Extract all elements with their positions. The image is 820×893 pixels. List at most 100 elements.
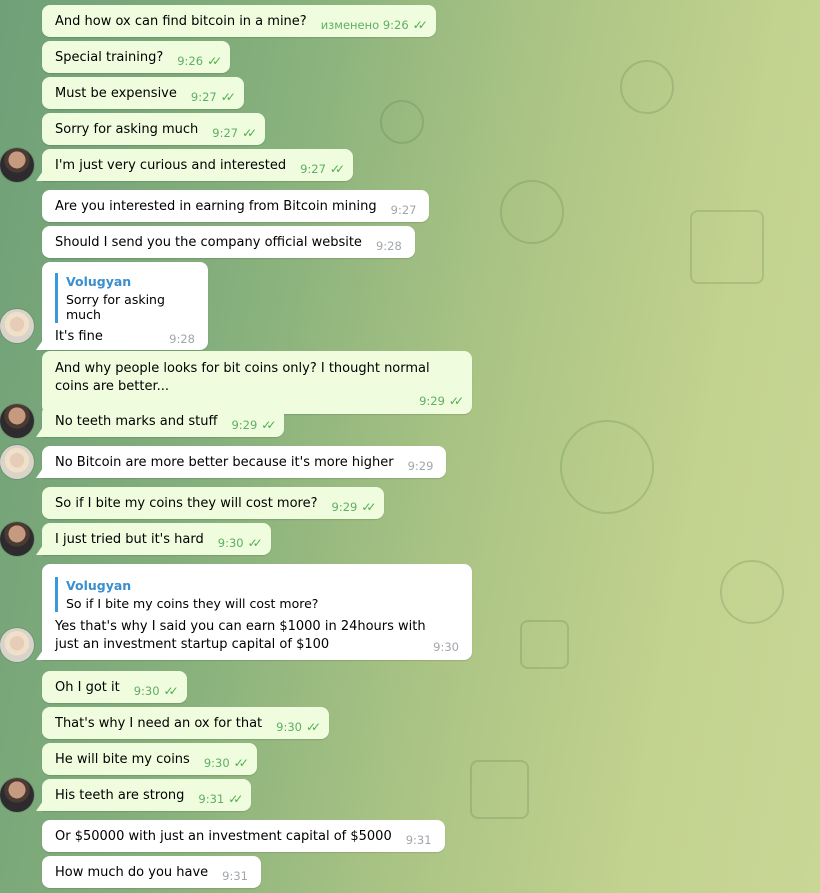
message-bubble-outgoing[interactable]: No teeth marks and stuff 9:29 ✓✓ [35, 405, 285, 437]
message-bubble-outgoing[interactable]: And how ox can find bitcoin in a mine? из… [42, 5, 436, 37]
message-bubble-outgoing[interactable]: Oh I got it 9:30 ✓✓ [42, 671, 187, 703]
message-text: It's fine [55, 329, 103, 344]
message-meta: 9:26 ✓✓ [177, 54, 222, 68]
read-receipt-icon: ✓✓ [305, 720, 321, 734]
message-time: 9:27 [300, 162, 326, 176]
message-time: 9:29 [231, 418, 258, 432]
message-text: And how ox can find bitcoin in a mine? [55, 14, 307, 29]
message-bubble-outgoing[interactable]: Special training? 9:26 ✓✓ [42, 41, 231, 73]
message-time: изменено 9:26 [320, 18, 409, 32]
message-text: Special training? [55, 50, 164, 65]
wallpaper-doodle [500, 180, 564, 244]
avatar-self[interactable] [0, 148, 34, 182]
message-meta: 9:30 ✓✓ [203, 756, 249, 770]
message-time: 9:30 [217, 536, 244, 550]
read-receipt-icon: ✓✓ [207, 54, 222, 68]
wallpaper-doodle [720, 560, 784, 624]
message-time: 9:29 [419, 394, 445, 408]
wallpaper-doodle [520, 620, 569, 669]
message-bubble-outgoing[interactable]: That's why I need an ox for that 9:30 ✓✓ [42, 707, 330, 739]
reply-quote[interactable]: Volugyan So if I bite my coins they will… [55, 577, 459, 612]
reply-author: Volugyan [66, 578, 132, 593]
message-bubble-outgoing[interactable]: His teeth are strong 9:31 ✓✓ [35, 779, 252, 811]
message-bubble-incoming[interactable]: Should I send you the company official w… [42, 226, 415, 258]
message-time: 9:31 [405, 833, 432, 847]
message-text: He will bite my coins [55, 752, 190, 767]
message-meta: 9:30 ✓✓ [133, 684, 179, 698]
avatar-self[interactable] [0, 522, 34, 556]
read-receipt-icon: ✓✓ [448, 394, 464, 408]
avatar-contact[interactable] [0, 309, 34, 343]
message-meta: 9:27 ✓✓ [212, 126, 257, 140]
read-receipt-icon: ✓✓ [228, 792, 243, 806]
message-text: That's why I need an ox for that [55, 716, 263, 731]
message-bubble-outgoing[interactable]: Must be expensive 9:27 ✓✓ [42, 77, 244, 109]
message-meta: 9:27 ✓✓ [190, 90, 236, 104]
message-meta: 9:27 ✓✓ [300, 162, 345, 176]
message-time: 9:29 [331, 500, 358, 514]
message-meta: 9:30 ✓✓ [217, 536, 263, 550]
message-text: And why people looks for bit coins only?… [55, 361, 430, 394]
wallpaper-doodle [560, 420, 654, 514]
message-bubble-outgoing[interactable]: So if I bite my coins they will cost mor… [42, 487, 385, 519]
message-time: 9:26 [177, 54, 204, 68]
message-text: No teeth marks and stuff [55, 414, 218, 429]
reply-text: So if I bite my coins they will cost mor… [66, 596, 319, 611]
message-time: 9:31 [198, 792, 225, 806]
read-receipt-icon: ✓✓ [163, 684, 179, 698]
message-time: 9:27 [390, 203, 417, 217]
message-text: Or $50000 with just an investment capita… [55, 829, 392, 844]
message-bubble-outgoing[interactable]: He will bite my coins 9:30 ✓✓ [42, 743, 257, 775]
message-bubble-outgoing[interactable]: Sorry for asking much 9:27 ✓✓ [42, 113, 266, 145]
message-text: No Bitcoin are more better because it's … [55, 455, 394, 470]
message-text: Are you interested in earning from Bitco… [55, 199, 377, 214]
message-bubble-incoming[interactable]: Volugyan Sorry for asking much It's fine… [36, 262, 208, 350]
message-meta: 9:30 ✓✓ [276, 720, 321, 734]
message-text: Must be expensive [55, 86, 177, 101]
message-time: 9:30 [133, 684, 160, 698]
message-text: I'm just very curious and interested [55, 158, 287, 173]
read-receipt-icon: ✓✓ [412, 18, 428, 32]
avatar-self[interactable] [0, 778, 34, 812]
reply-quote[interactable]: Volugyan Sorry for asking much [55, 273, 195, 323]
reply-text: Sorry for asking much [66, 292, 165, 322]
message-bubble-outgoing[interactable]: I just tried but it's hard 9:30 ✓✓ [36, 523, 271, 555]
message-bubble-incoming[interactable]: How much do you have 9:31 [42, 856, 261, 888]
message-bubble-outgoing[interactable]: I'm just very curious and interested 9:27… [35, 149, 354, 181]
avatar-contact[interactable] [0, 445, 34, 479]
read-receipt-icon: ✓✓ [233, 756, 249, 770]
wallpaper-doodle [620, 60, 674, 114]
message-bubble-incoming[interactable]: Are you interested in earning from Bitco… [42, 190, 430, 222]
read-receipt-icon: ✓✓ [361, 500, 376, 514]
wallpaper-doodle [690, 210, 764, 284]
message-text: His teeth are strong [55, 788, 185, 803]
message-text: I just tried but it's hard [55, 532, 204, 547]
message-time: 9:29 [407, 459, 434, 473]
wallpaper-doodle [470, 760, 529, 819]
message-text: Should I send you the company official w… [55, 235, 362, 250]
message-text: Oh I got it [55, 680, 120, 695]
message-bubble-incoming[interactable]: Or $50000 with just an investment capita… [42, 820, 445, 852]
wallpaper-doodle [380, 100, 424, 144]
message-time: 9:31 [222, 869, 248, 883]
message-meta: 9:29 ✓✓ [231, 418, 276, 432]
avatar-self[interactable] [0, 404, 34, 438]
message-text: So if I bite my coins they will cost mor… [55, 496, 318, 511]
message-bubble-incoming[interactable]: Volugyan So if I bite my coins they will… [36, 564, 472, 660]
avatar-contact[interactable] [0, 628, 34, 662]
message-time: 9:30 [276, 720, 302, 734]
read-receipt-icon: ✓✓ [329, 162, 345, 176]
read-receipt-icon: ✓✓ [261, 418, 276, 432]
message-time: 9:27 [212, 126, 239, 140]
read-receipt-icon: ✓✓ [242, 126, 257, 140]
message-meta: 9:29 ✓✓ [331, 500, 377, 514]
message-time: 9:28 [169, 332, 195, 346]
message-meta: изменено 9:26 ✓✓ [320, 18, 428, 32]
message-text: Sorry for asking much [55, 122, 199, 137]
message-meta: 9:31 ✓✓ [198, 792, 243, 806]
message-time: 9:30 [203, 756, 230, 770]
message-bubble-incoming[interactable]: No Bitcoin are more better because it's … [35, 446, 447, 478]
message-text: How much do you have [55, 865, 209, 880]
message-time: 9:27 [190, 90, 217, 104]
message-time: 9:28 [375, 239, 402, 253]
